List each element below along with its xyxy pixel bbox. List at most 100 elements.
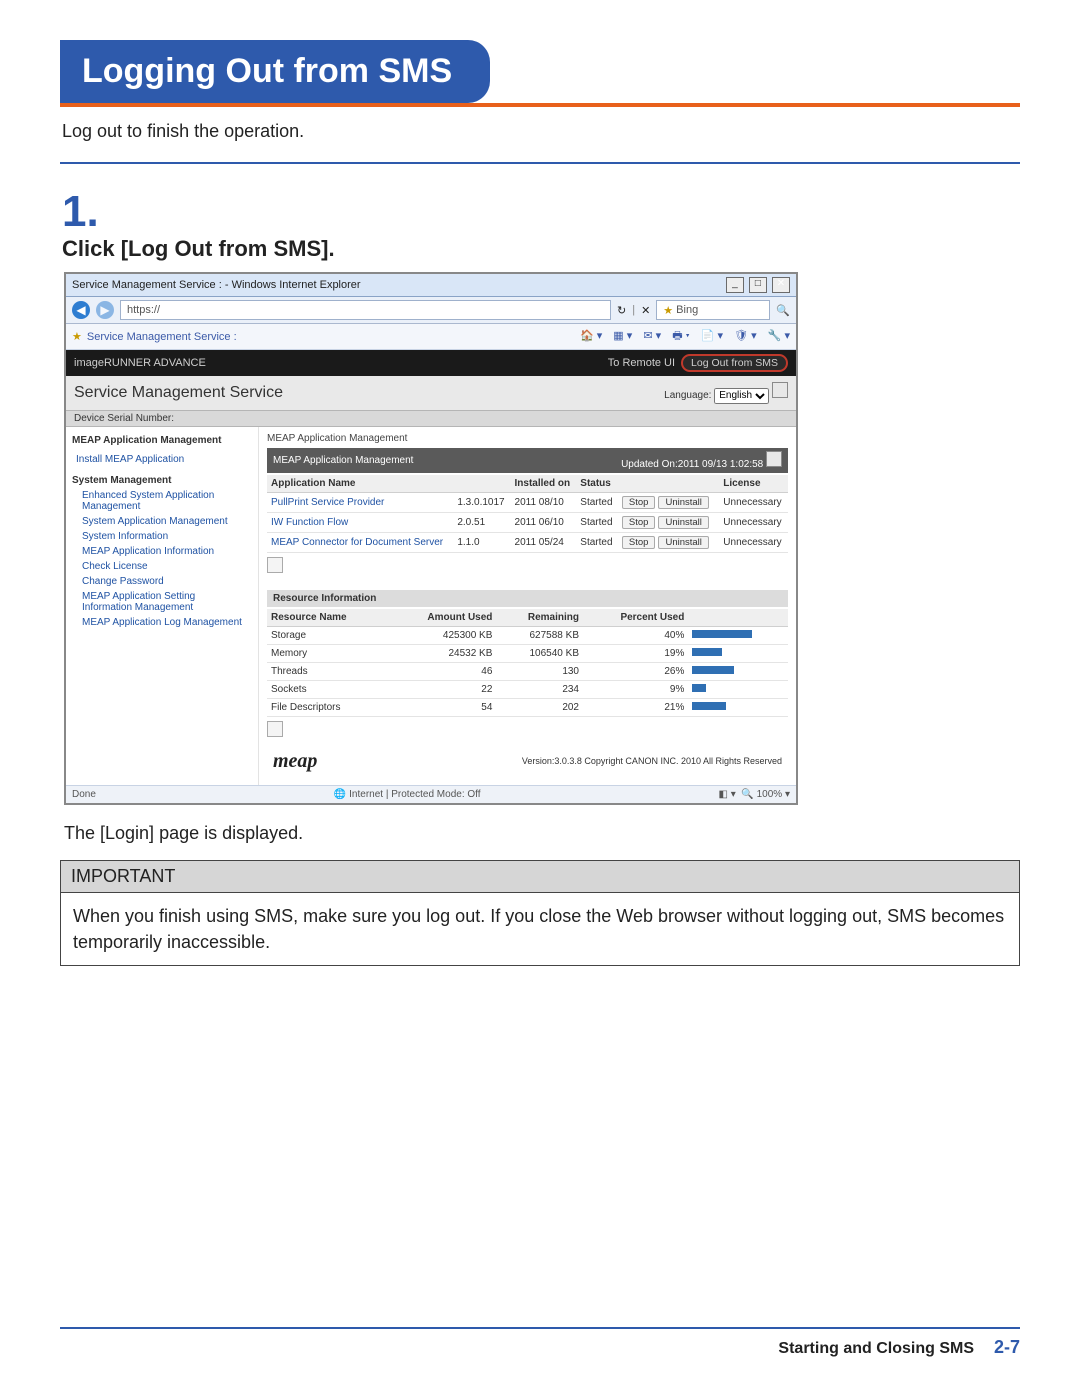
resource-table: Resource Name Amount Used Remaining Perc… (267, 609, 788, 717)
device-serial: Device Serial Number: (66, 411, 796, 427)
minimize-icon[interactable]: _ (726, 277, 744, 293)
breadcrumb: MEAP Application Management (267, 433, 788, 444)
sidebar-check-license[interactable]: Check License (72, 559, 252, 574)
refresh-icon[interactable]: ↻ (617, 304, 626, 317)
panel-title: MEAP Application Management (273, 455, 413, 466)
copyright: Version:3.0.3.8 Copyright CANON INC. 201… (522, 756, 782, 766)
sidebar-sys-app-mgmt[interactable]: System Application Management (72, 514, 252, 529)
col-res-name: Resource Name (267, 609, 389, 627)
language-apply-icon[interactable] (772, 382, 788, 398)
window-title: Service Management Service : - Windows I… (72, 279, 361, 291)
sidebar-change-password[interactable]: Change Password (72, 574, 252, 589)
read-mail-icon[interactable]: ✉ ▾ (643, 330, 661, 342)
content-area: MEAP Application Management MEAP Applica… (259, 427, 796, 785)
updated-label: Updated On:2011 09/13 1:02:58 (621, 459, 763, 470)
page-footer: Starting and Closing SMS 2-7 (60, 1327, 1020, 1358)
separator (60, 162, 1020, 164)
language-selector: Language: English (664, 382, 788, 404)
scroll-up-icon[interactable] (267, 721, 283, 737)
important-heading: IMPORTANT (61, 861, 1019, 893)
intro-text: Log out to finish the operation. (62, 121, 1020, 142)
log-out-from-sms-button[interactable]: Log Out from SMS (681, 354, 788, 372)
usage-bar (692, 684, 706, 692)
sidebar-meap-mgmt[interactable]: MEAP Application Management (72, 433, 252, 448)
table-row: Storage425300 KB627588 KB40% (267, 626, 788, 644)
ie-status-bar: Done 🌐 Internet | Protected Mode: Off ◧ … (66, 785, 796, 803)
table-row: IW Function Flow 2.0.51 2011 06/10 Start… (267, 512, 788, 532)
stop-button[interactable]: Stop (622, 536, 656, 549)
forward-icon[interactable]: ▶ (96, 301, 114, 319)
page-title-banner: Logging Out from SMS (60, 40, 490, 103)
app-link[interactable]: PullPrint Service Provider (271, 497, 384, 508)
col-amount-used: Amount Used (389, 609, 496, 627)
search-dropdown-icon[interactable]: ✕ (641, 304, 650, 317)
stop-button[interactable]: Stop (622, 496, 656, 509)
app-table: Application Name Installed on Status Lic… (267, 475, 788, 553)
zoom-icon[interactable]: 🔍 (741, 789, 753, 800)
resource-title: Resource Information (267, 590, 788, 607)
brand-label: imageRUNNER ADVANCE (74, 357, 206, 369)
usage-bar (692, 630, 752, 638)
meap-logo: meap (273, 750, 317, 773)
table-row: File Descriptors5420221% (267, 698, 788, 716)
step-title: Click [Log Out from SMS]. (62, 236, 1020, 262)
search-input[interactable]: ★Bing (656, 300, 770, 320)
col-status: Status (576, 475, 618, 493)
favorite-icon[interactable]: ★ (72, 330, 82, 343)
after-text: The [Login] page is displayed. (64, 823, 1020, 844)
sidebar-meap-setting-info[interactable]: MEAP Application Setting Information Man… (72, 589, 252, 615)
page-menu[interactable]: 📄 ▾ (701, 330, 723, 342)
app-top-bar: imageRUNNER ADVANCE To Remote UI Log Out… (66, 350, 796, 376)
sidebar-enhanced-sys-app[interactable]: Enhanced System Application Management (72, 488, 252, 514)
important-box: IMPORTANT When you finish using SMS, mak… (60, 860, 1020, 966)
app-link[interactable]: MEAP Connector for Document Server (271, 537, 443, 548)
window-buttons: _ □ ✕ (724, 277, 790, 293)
usage-bar (692, 648, 722, 656)
tools-menu[interactable]: 🔧 ▾ (768, 330, 790, 342)
sidebar-meap-app-info[interactable]: MEAP Application Information (72, 544, 252, 559)
scroll-up-icon[interactable] (267, 557, 283, 573)
tab-title[interactable]: Service Management Service : (87, 331, 237, 343)
back-icon[interactable]: ◀ (72, 301, 90, 319)
stop-button[interactable]: Stop (622, 516, 656, 529)
language-select[interactable]: English (714, 388, 769, 404)
sidebar-system-mgmt: System Management (72, 473, 252, 488)
sidebar: MEAP Application Management Install MEAP… (66, 427, 259, 785)
footer-section: Starting and Closing SMS (778, 1340, 974, 1358)
refresh-icon[interactable] (766, 451, 782, 467)
feeds-icon[interactable]: ▦ ▾ (613, 330, 632, 342)
app-link[interactable]: IW Function Flow (271, 517, 348, 528)
home-icon[interactable]: 🏠 ▾ (580, 330, 602, 342)
table-row: Memory24532 KB106540 KB19% (267, 644, 788, 662)
sidebar-install-meap[interactable]: Install MEAP Application (72, 452, 252, 467)
bing-icon: ★ (663, 304, 673, 317)
to-remote-ui-link[interactable]: To Remote UI (608, 357, 675, 369)
zoom-value[interactable]: 100% (757, 789, 783, 800)
maximize-icon[interactable]: □ (749, 277, 767, 293)
col-installed: Installed on (511, 475, 577, 493)
ie-title-bar: Service Management Service : - Windows I… (66, 274, 796, 297)
usage-bar (692, 666, 734, 674)
accent-line (60, 103, 1020, 107)
step-heading: 1. Click [Log Out from SMS]. (62, 190, 1020, 262)
close-icon[interactable]: ✕ (772, 277, 790, 293)
usage-bar (692, 702, 726, 710)
protected-toggle-icon[interactable]: ◧ ▾ (719, 789, 736, 800)
ie-favorites-bar: ★ Service Management Service : 🏠 ▾ ▦ ▾ ✉ … (66, 324, 796, 350)
table-row: Sockets222349% (267, 680, 788, 698)
uninstall-button[interactable]: Uninstall (658, 536, 708, 549)
safety-menu[interactable]: 🛡 ▾ (734, 330, 757, 342)
table-row: Threads4613026% (267, 662, 788, 680)
search-icon[interactable]: 🔍 (776, 304, 790, 317)
footer-page-number: 2-7 (994, 1337, 1020, 1358)
uninstall-button[interactable]: Uninstall (658, 496, 708, 509)
address-input[interactable]: https:// (120, 300, 611, 320)
col-app-name: Application Name (267, 475, 453, 493)
status-done: Done (72, 789, 96, 800)
service-title: Service Management Service (74, 384, 283, 402)
sidebar-meap-log-mgmt[interactable]: MEAP Application Log Management (72, 615, 252, 630)
sidebar-sys-info[interactable]: System Information (72, 529, 252, 544)
uninstall-button[interactable]: Uninstall (658, 516, 708, 529)
col-license: License (719, 475, 788, 493)
print-icon[interactable]: 🖶 ▾ (672, 330, 690, 342)
